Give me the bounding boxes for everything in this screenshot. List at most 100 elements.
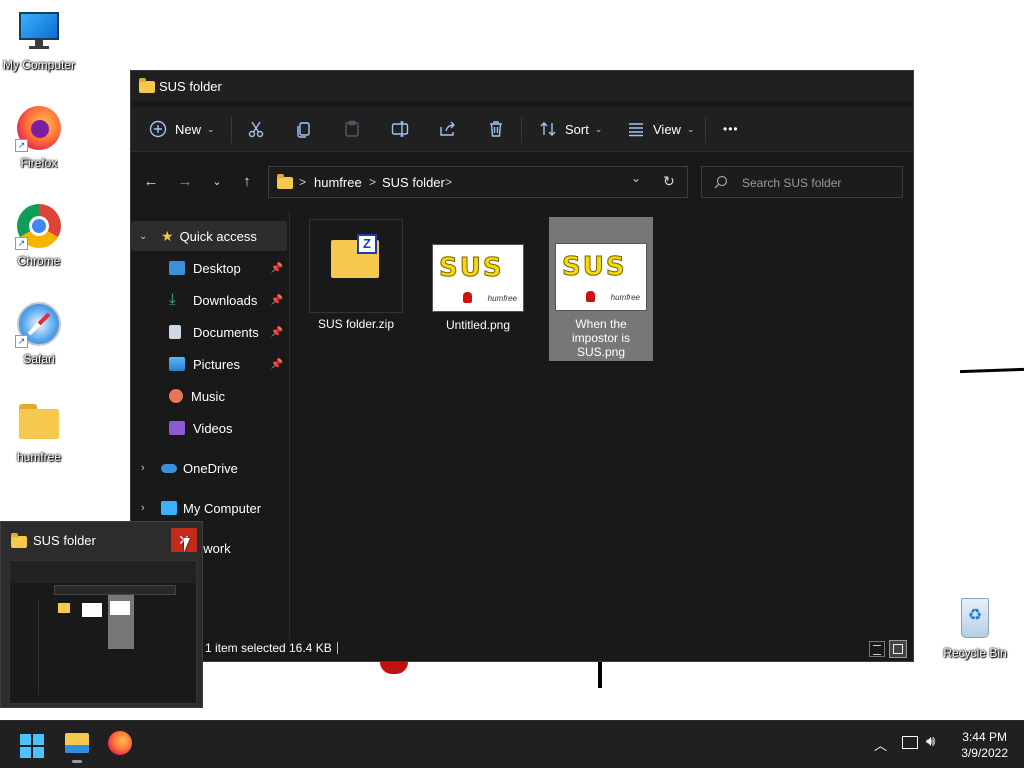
breadcrumb-separator: >	[369, 175, 377, 189]
breadcrumb-sus-folder[interactable]: SUS folder	[382, 175, 445, 190]
chevron-down-icon: ⌄	[594, 123, 603, 134]
nav-item-label: Videos	[193, 420, 233, 436]
pin-icon: 📌	[270, 262, 283, 274]
share-button[interactable]	[439, 107, 457, 151]
desktop-icon-chrome[interactable]: ↗ Chrome	[0, 204, 78, 268]
sort-button[interactable]: Sort ⌄	[539, 107, 602, 151]
shortcut-arrow-icon: ↗	[15, 237, 28, 250]
network-status-button[interactable]	[902, 736, 918, 749]
nav-item-downloads[interactable]: ⤓ Downloads 📌	[131, 285, 287, 315]
window-thumbnail	[9, 560, 197, 704]
nav-item-label: My Computer	[183, 500, 262, 516]
volume-button[interactable]: 🔊︎	[926, 733, 935, 750]
title-bar[interactable]: SUS folder	[131, 71, 913, 101]
see-more-button[interactable]: •••	[723, 107, 739, 151]
crewmate-icon	[463, 292, 472, 303]
nav-item-documents[interactable]: Documents 📌	[131, 317, 287, 347]
taskbar-thumbnail-preview[interactable]: SUS folder ✕	[0, 521, 203, 708]
breadcrumb-humfree[interactable]: humfree	[314, 175, 362, 190]
file-item-impostor[interactable]: SUS humfree When the impostor is SUS.png	[549, 217, 653, 361]
file-explorer-icon-stripe	[65, 745, 89, 753]
pane-splitter[interactable]	[289, 211, 290, 639]
file-item-zip[interactable]: Z	[309, 219, 403, 313]
file-list: Z SUS folder.zip SUS humfree Untitled.pn…	[291, 211, 913, 639]
recent-locations-button[interactable]: ⌄	[205, 169, 229, 193]
nav-item-desktop[interactable]: Desktop 📌	[131, 253, 287, 283]
nav-quick-access[interactable]: ⌄ ★ Quick access	[131, 221, 287, 251]
nav-my-computer[interactable]: › My Computer	[131, 493, 287, 523]
delete-button[interactable]	[487, 107, 505, 151]
copy-icon	[297, 122, 310, 138]
running-indicator	[72, 760, 82, 763]
taskbar-explorer-button[interactable]	[62, 727, 92, 763]
plus-circle-icon	[149, 120, 167, 138]
wallpaper-stroke	[598, 662, 602, 688]
arrow-up-icon: ↑	[243, 172, 251, 190]
taskbar-firefox-button[interactable]	[108, 731, 134, 757]
thumb-hum-text: humfree	[610, 293, 640, 302]
paste-icon	[345, 120, 359, 137]
large-icons-view-button[interactable]	[889, 640, 907, 658]
firefox-icon	[108, 731, 132, 755]
nav-item-label: Documents	[193, 324, 259, 340]
desktop-icon-label: humfree	[16, 450, 62, 464]
folder-icon	[139, 78, 155, 93]
details-view-button[interactable]	[869, 641, 885, 657]
paste-button[interactable]	[343, 107, 361, 151]
clock[interactable]: 3:44 PM 3/9/2022	[961, 729, 1008, 761]
nav-onedrive[interactable]: › OneDrive	[131, 453, 287, 483]
desktop-icon-safari[interactable]: ↗ Safari	[0, 302, 78, 366]
forward-button[interactable]: →	[173, 169, 197, 193]
folder-icon	[17, 400, 61, 444]
refresh-button[interactable]: ↻	[663, 173, 675, 190]
crewmate-icon	[586, 291, 595, 302]
nav-item-pictures[interactable]: Pictures 📌	[131, 349, 287, 379]
nav-item-music[interactable]: Music	[131, 381, 287, 411]
desktop-icon-firefox[interactable]: ↗ Firefox	[0, 106, 78, 170]
address-bar[interactable]: > humfree > SUS folder > ⌄ ↻	[268, 166, 688, 198]
mouse-cursor	[184, 538, 190, 552]
firefox-icon: ↗	[15, 106, 61, 152]
copy-button[interactable]	[295, 107, 313, 151]
shortcut-arrow-icon: ↗	[15, 335, 28, 348]
divider	[231, 117, 232, 143]
monitor-icon	[17, 8, 61, 52]
new-button[interactable]: New ⌄	[149, 107, 215, 151]
tray-overflow-button[interactable]: ︿	[874, 735, 887, 754]
nav-item-label: Pictures	[193, 356, 240, 372]
address-dropdown-button[interactable]: ⌄	[631, 171, 641, 185]
desktop-icon-recycle-bin[interactable]: ♻ Recycle Bin	[936, 596, 1014, 660]
desktop-icon-label: Recycle Bin	[943, 646, 1007, 660]
desktop-icon-humfree[interactable]: humfree	[0, 400, 78, 464]
status-size: 16.4 KB	[289, 641, 332, 655]
back-button[interactable]: ←	[139, 169, 163, 193]
file-item-untitled[interactable]: SUS humfree Untitled.png	[431, 244, 525, 332]
file-label: When the impostor is SUS.png	[571, 317, 630, 359]
image-thumbnail: SUS humfree	[432, 244, 524, 312]
view-button[interactable]: View ⌄	[627, 107, 695, 151]
divider	[521, 117, 522, 143]
up-button[interactable]: ↑	[235, 169, 259, 193]
file-label: SUS folder.zip	[317, 317, 395, 331]
recycle-bin-icon: ♻	[953, 596, 997, 640]
rename-icon	[391, 121, 409, 137]
start-button[interactable]	[20, 734, 44, 758]
view-icon	[629, 123, 643, 137]
sort-button-label: Sort	[565, 121, 589, 137]
cut-button[interactable]	[247, 107, 265, 151]
desktop-icon-my-computer[interactable]: My Computer	[0, 8, 78, 72]
address-row: ← → ⌄ ↑ > humfree > SUS folder > ⌄ ↻ Sea…	[131, 159, 913, 203]
new-button-label: New	[175, 121, 202, 137]
pin-icon: 📌	[270, 326, 283, 338]
pictures-icon	[169, 357, 185, 371]
breadcrumb-separator: >	[445, 175, 453, 189]
rename-button[interactable]	[391, 107, 409, 151]
search-box[interactable]: Search SUS folder	[701, 166, 903, 198]
view-button-label: View	[653, 121, 681, 137]
pin-icon: 📌	[270, 294, 283, 306]
zip-folder-icon: Z	[331, 234, 381, 280]
desktop-icon-label: Safari	[23, 352, 55, 366]
shortcut-arrow-icon: ↗	[15, 139, 28, 152]
nav-item-videos[interactable]: Videos	[131, 413, 287, 443]
chevron-up-icon: ︿	[874, 738, 888, 753]
